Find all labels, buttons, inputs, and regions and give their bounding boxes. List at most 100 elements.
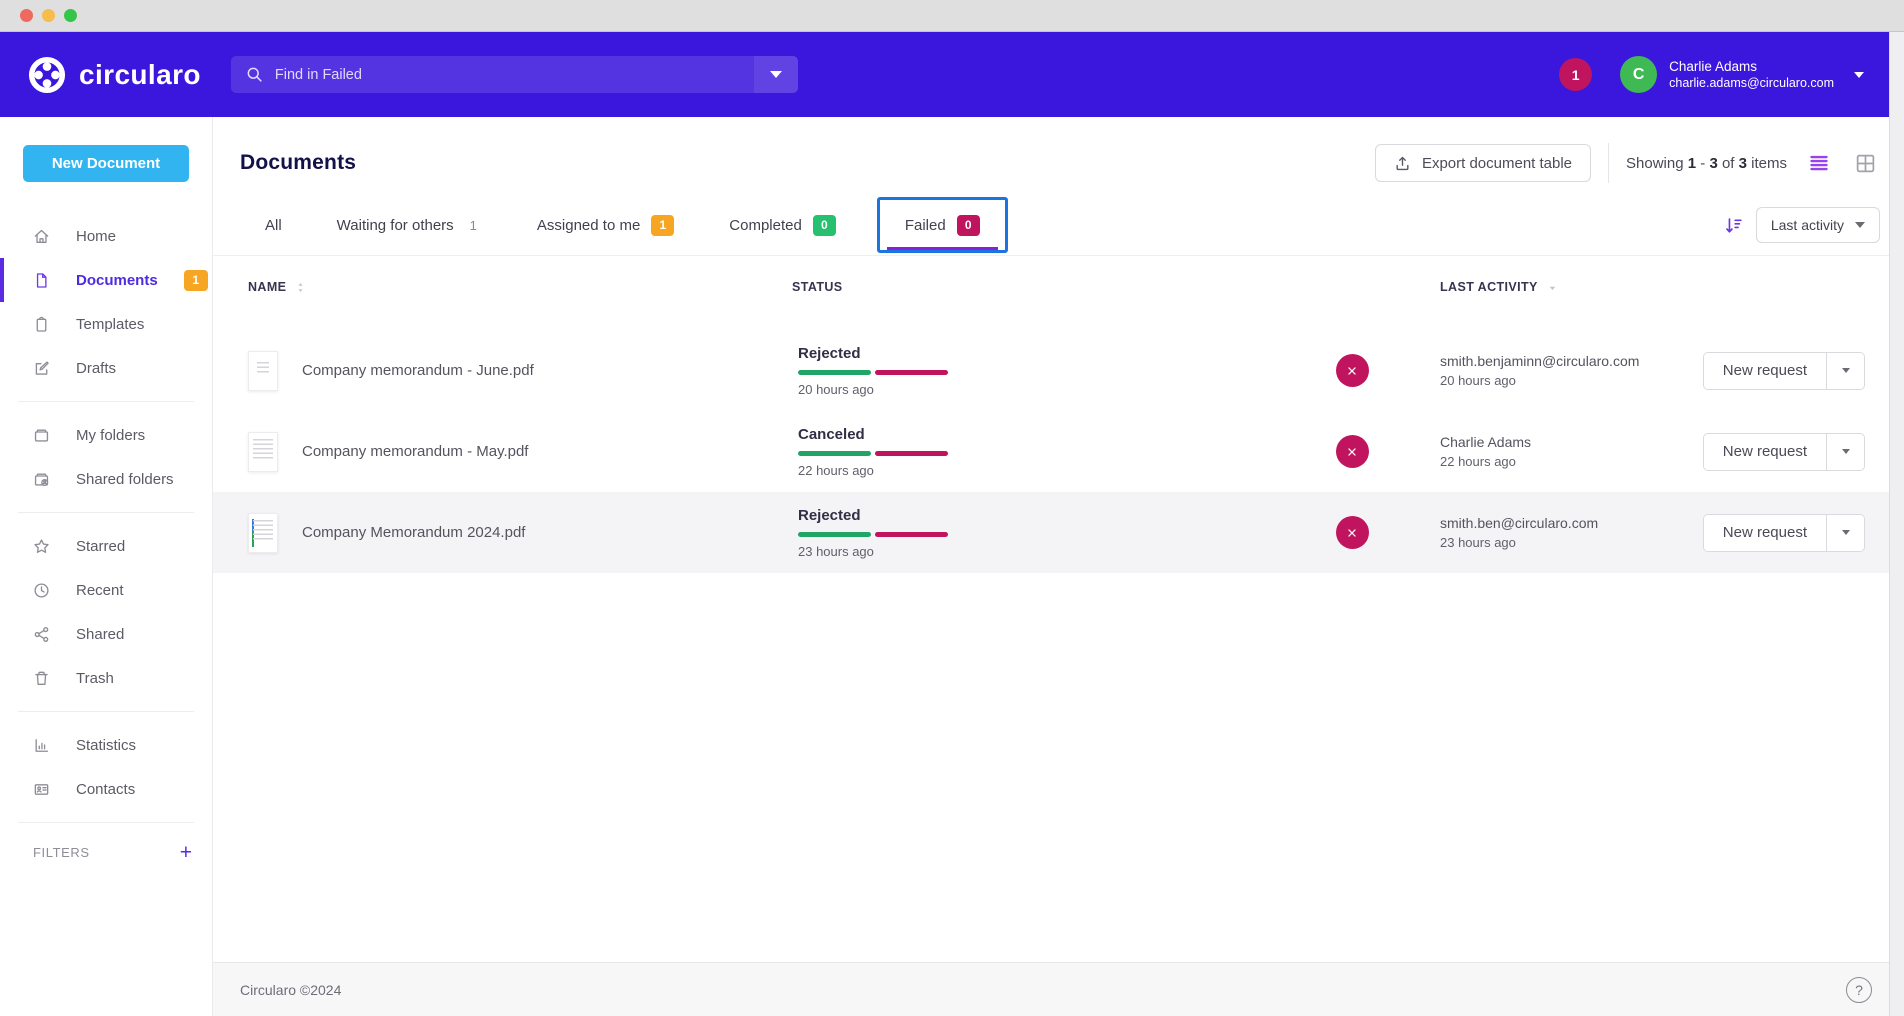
progress-segment-green bbox=[798, 370, 871, 375]
failed-x-icon[interactable] bbox=[1336, 435, 1369, 468]
new-request-button[interactable]: New request bbox=[1704, 515, 1826, 551]
fullscreen-window-button[interactable] bbox=[64, 9, 77, 22]
document-name: Company memorandum - June.pdf bbox=[302, 362, 534, 379]
close-window-button[interactable] bbox=[20, 9, 33, 22]
help-button[interactable]: ? bbox=[1846, 977, 1872, 1003]
sidebar-divider bbox=[18, 822, 194, 823]
home-icon bbox=[33, 228, 50, 245]
status-time: 20 hours ago bbox=[798, 382, 1312, 397]
export-icon bbox=[1394, 155, 1411, 172]
activity-user: Charlie Adams bbox=[1440, 434, 1690, 450]
table-row[interactable]: Company memorandum - May.pdf Canceled22 h… bbox=[213, 411, 1904, 492]
chevron-down-icon bbox=[1855, 222, 1865, 228]
progress-segment-crimson bbox=[875, 370, 948, 375]
document-name: Company memorandum - May.pdf bbox=[302, 443, 528, 460]
column-header-last-activity[interactable]: LAST ACTIVITY bbox=[1392, 280, 1690, 294]
contacts-icon bbox=[33, 781, 50, 798]
new-request-dropdown-button[interactable] bbox=[1826, 515, 1864, 551]
sidebar-item-label: Shared bbox=[76, 626, 124, 643]
sidebar-divider bbox=[18, 512, 194, 513]
tab-completed[interactable]: Completed0 bbox=[725, 195, 840, 255]
search-bar[interactable] bbox=[231, 56, 798, 93]
document-name: Company Memorandum 2024.pdf bbox=[302, 524, 525, 541]
tab-label: All bbox=[265, 217, 282, 234]
sidebar-item-label: Starred bbox=[76, 538, 125, 555]
chevron-down-icon bbox=[1842, 449, 1850, 454]
new-request-dropdown-button[interactable] bbox=[1826, 353, 1864, 389]
sidebar-item-shared-folders[interactable]: Shared folders bbox=[0, 457, 212, 501]
failed-x-icon[interactable] bbox=[1336, 354, 1369, 387]
list-view-button[interactable] bbox=[1804, 149, 1834, 177]
clock-icon bbox=[33, 582, 50, 599]
table-row[interactable]: Company Memorandum 2024.pdfRejected23 ho… bbox=[213, 492, 1904, 573]
sidebar-count-badge: 1 bbox=[184, 270, 208, 291]
column-header-name[interactable]: NAME bbox=[240, 280, 792, 294]
tab-all[interactable]: All bbox=[261, 195, 286, 255]
sidebar-item-my-folders[interactable]: My folders bbox=[0, 413, 212, 457]
app-footer: Circularo ©2024 ? bbox=[213, 962, 1904, 1016]
sidebar-item-label: Home bbox=[76, 228, 116, 245]
showing-to: 3 bbox=[1709, 155, 1717, 172]
templates-icon bbox=[33, 316, 50, 333]
sort-down-icon bbox=[1546, 281, 1559, 294]
table-row[interactable]: Company memorandum - June.pdf Rejected 20 … bbox=[213, 330, 1904, 411]
grid-view-icon bbox=[1855, 153, 1876, 174]
sidebar-item-statistics[interactable]: Statistics bbox=[0, 723, 212, 767]
failed-status-cell bbox=[1312, 516, 1392, 549]
sidebar-divider bbox=[18, 711, 194, 712]
sidebar-item-shared[interactable]: Shared bbox=[0, 612, 212, 656]
notifications-badge[interactable]: 1 bbox=[1559, 58, 1592, 91]
grid-view-button[interactable] bbox=[1851, 149, 1880, 178]
column-header-status[interactable]: STATUS bbox=[792, 280, 1312, 294]
search-input[interactable] bbox=[275, 56, 754, 93]
sidebar-item-drafts[interactable]: Drafts bbox=[0, 346, 212, 390]
user-menu[interactable]: C Charlie Adams charlie.adams@circularo.… bbox=[1620, 56, 1864, 93]
search-scope-dropdown[interactable] bbox=[754, 56, 798, 93]
sort-by-label: Last activity bbox=[1771, 217, 1844, 233]
trash-icon bbox=[33, 670, 50, 687]
document-name-cell[interactable]: Company memorandum - May.pdf bbox=[240, 432, 792, 472]
sidebar-item-templates[interactable]: Templates bbox=[0, 302, 212, 346]
filters-label: FILTERS bbox=[33, 845, 90, 860]
row-actions-cell: New request bbox=[1690, 352, 1865, 390]
sort-descending-icon[interactable] bbox=[1724, 216, 1743, 235]
sidebar-item-trash[interactable]: Trash bbox=[0, 656, 212, 700]
sidebar-item-home[interactable]: Home bbox=[0, 214, 212, 258]
sidebar-item-starred[interactable]: Starred bbox=[0, 524, 212, 568]
document-name-cell[interactable]: Company Memorandum 2024.pdf bbox=[240, 513, 792, 553]
star-icon bbox=[33, 538, 50, 555]
chevron-down-icon bbox=[1842, 368, 1850, 373]
sidebar-item-label: Shared folders bbox=[76, 471, 174, 488]
new-document-button[interactable]: New Document bbox=[23, 145, 189, 182]
showing-count: Showing 1 - 3 of 3 items bbox=[1626, 155, 1787, 172]
add-filter-button[interactable]: + bbox=[180, 842, 192, 863]
sidebar-item-contacts[interactable]: Contacts bbox=[0, 767, 212, 811]
search-icon bbox=[246, 66, 263, 83]
circularo-logo-icon bbox=[28, 56, 66, 94]
sidebar-item-recent[interactable]: Recent bbox=[0, 568, 212, 612]
document-tabs: All Waiting for others1 Assigned to me1 Com… bbox=[240, 195, 998, 255]
tab-waiting-for-others[interactable]: Waiting for others1 bbox=[333, 195, 486, 255]
scrollbar-track[interactable] bbox=[1889, 32, 1904, 1016]
brand-logo[interactable]: circularo bbox=[28, 56, 201, 94]
status-cell: Canceled22 hours ago bbox=[792, 426, 1312, 478]
activity-user: smith.benjaminn@circularo.com bbox=[1440, 353, 1690, 369]
tab-assigned-to-me[interactable]: Assigned to me1 bbox=[533, 195, 678, 255]
main-content: Documents Export document table Showing bbox=[213, 117, 1904, 1016]
sort-by-dropdown[interactable]: Last activity bbox=[1756, 207, 1880, 243]
tab-failed[interactable]: Failed0 bbox=[877, 197, 1008, 253]
failed-x-icon[interactable] bbox=[1336, 516, 1369, 549]
app-header: circularo 1 C Charlie Adams charlie.adam… bbox=[0, 32, 1904, 117]
minimize-window-button[interactable] bbox=[42, 9, 55, 22]
sidebar-item-documents[interactable]: Documents1 bbox=[0, 258, 212, 302]
status-label: Rejected bbox=[798, 345, 1312, 362]
document-name-cell[interactable]: Company memorandum - June.pdf bbox=[240, 351, 792, 391]
new-request-dropdown-button[interactable] bbox=[1826, 434, 1864, 470]
statistics-icon bbox=[33, 737, 50, 754]
new-request-button[interactable]: New request bbox=[1704, 434, 1826, 470]
new-request-button[interactable]: New request bbox=[1704, 353, 1826, 389]
export-document-table-button[interactable]: Export document table bbox=[1375, 144, 1591, 182]
failed-status-cell bbox=[1312, 435, 1392, 468]
folder-icon bbox=[33, 427, 50, 444]
document-thumbnail bbox=[248, 513, 278, 553]
